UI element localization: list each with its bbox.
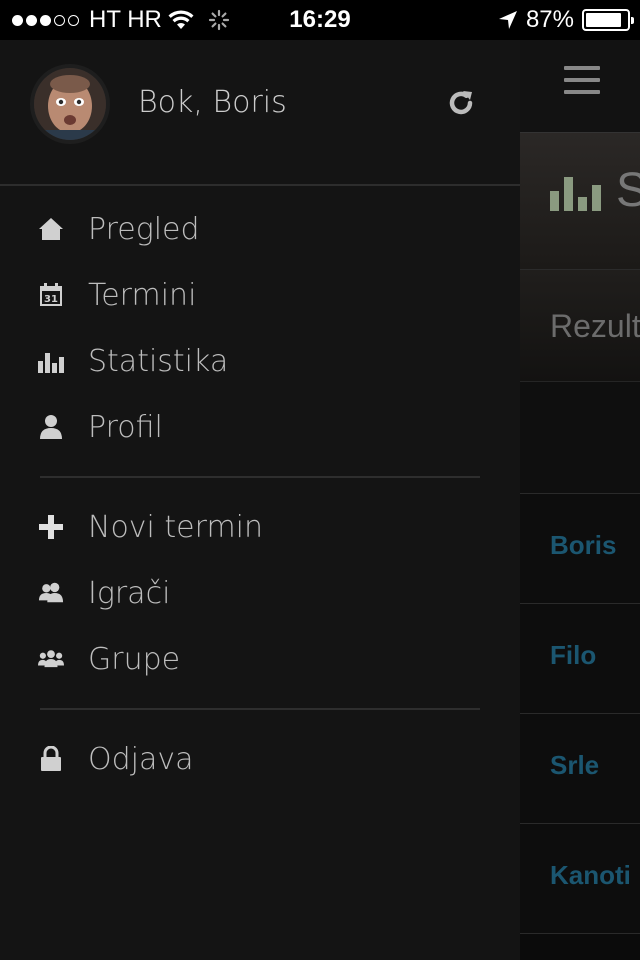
home-icon	[39, 218, 63, 240]
lock-icon	[41, 746, 61, 771]
statistics-header: S	[520, 132, 640, 270]
nav-group-account: Odjava	[0, 726, 520, 792]
nav-item-novi-termin[interactable]: Novi termin	[0, 494, 520, 560]
nav-item-label: Termini	[88, 277, 197, 313]
calendar-icon: 31	[40, 283, 62, 306]
main-screen: S Rezult Boris Filo Srle Kanoti	[520, 40, 640, 960]
users-icon	[38, 582, 64, 603]
table-row[interactable]: Filo	[520, 604, 640, 714]
battery-icon	[582, 9, 634, 31]
nav-group-main: Pregled 31 Termini Statistika Profil	[0, 186, 520, 460]
status-bar: HT HR 16:29 87%	[0, 0, 640, 40]
battery-fill	[586, 13, 621, 27]
player-name: Filo	[550, 640, 597, 670]
player-name: Srle	[550, 750, 600, 780]
nav-item-termini[interactable]: 31 Termini	[0, 262, 520, 328]
location-arrow-icon	[498, 11, 517, 29]
nav-item-label: Igrači	[88, 575, 171, 611]
bar-chart-icon	[38, 353, 64, 373]
refresh-icon[interactable]	[446, 88, 476, 118]
divider	[40, 476, 480, 478]
nav-item-profil[interactable]: Profil	[0, 394, 520, 460]
nav-item-odjava[interactable]: Odjava	[0, 726, 520, 792]
table-row[interactable]: Kanoti	[520, 824, 640, 934]
nav-item-grupe[interactable]: Grupe	[0, 626, 520, 692]
greeting-text: Bok, Boris	[138, 85, 287, 120]
nav-item-igraci[interactable]: Igrači	[0, 560, 520, 626]
battery-percent: 87%	[525, 6, 574, 33]
nav-item-statistika[interactable]: Statistika	[0, 328, 520, 394]
player-name: Boris	[550, 530, 617, 560]
drawer-header: Bok, Boris	[0, 40, 520, 186]
nav-item-label: Pregled	[88, 211, 200, 247]
results-label: Rezult	[550, 308, 640, 344]
nav-item-label: Odjava	[88, 741, 194, 777]
nav-item-label: Profil	[88, 409, 163, 445]
nav-item-label: Statistika	[88, 343, 229, 379]
table-row[interactable]: Boris	[520, 494, 640, 604]
nav-group-manage: Novi termin Igrači Grupe	[0, 494, 520, 692]
menu-icon[interactable]	[564, 66, 600, 102]
avatar[interactable]	[30, 64, 110, 144]
navigation-drawer: Bok, Boris Pregled 31 Termini Statistika…	[0, 40, 520, 960]
divider	[40, 708, 480, 710]
user-icon	[40, 415, 62, 439]
results-row: Rezult	[520, 270, 640, 382]
bar-chart-icon	[550, 177, 601, 211]
nav-item-pregled[interactable]: Pregled	[0, 196, 520, 262]
main-top-bar	[520, 40, 640, 132]
table-row[interactable]: Srle	[520, 714, 640, 824]
player-name: Kanoti	[550, 860, 631, 890]
group-icon	[38, 650, 64, 668]
user-photo	[34, 68, 106, 140]
table-header-row	[520, 382, 640, 494]
section-title: S	[616, 164, 640, 217]
svg-text:31: 31	[44, 294, 58, 305]
nav-item-label: Grupe	[88, 641, 181, 677]
plus-icon	[39, 515, 63, 539]
nav-item-label: Novi termin	[88, 509, 264, 545]
